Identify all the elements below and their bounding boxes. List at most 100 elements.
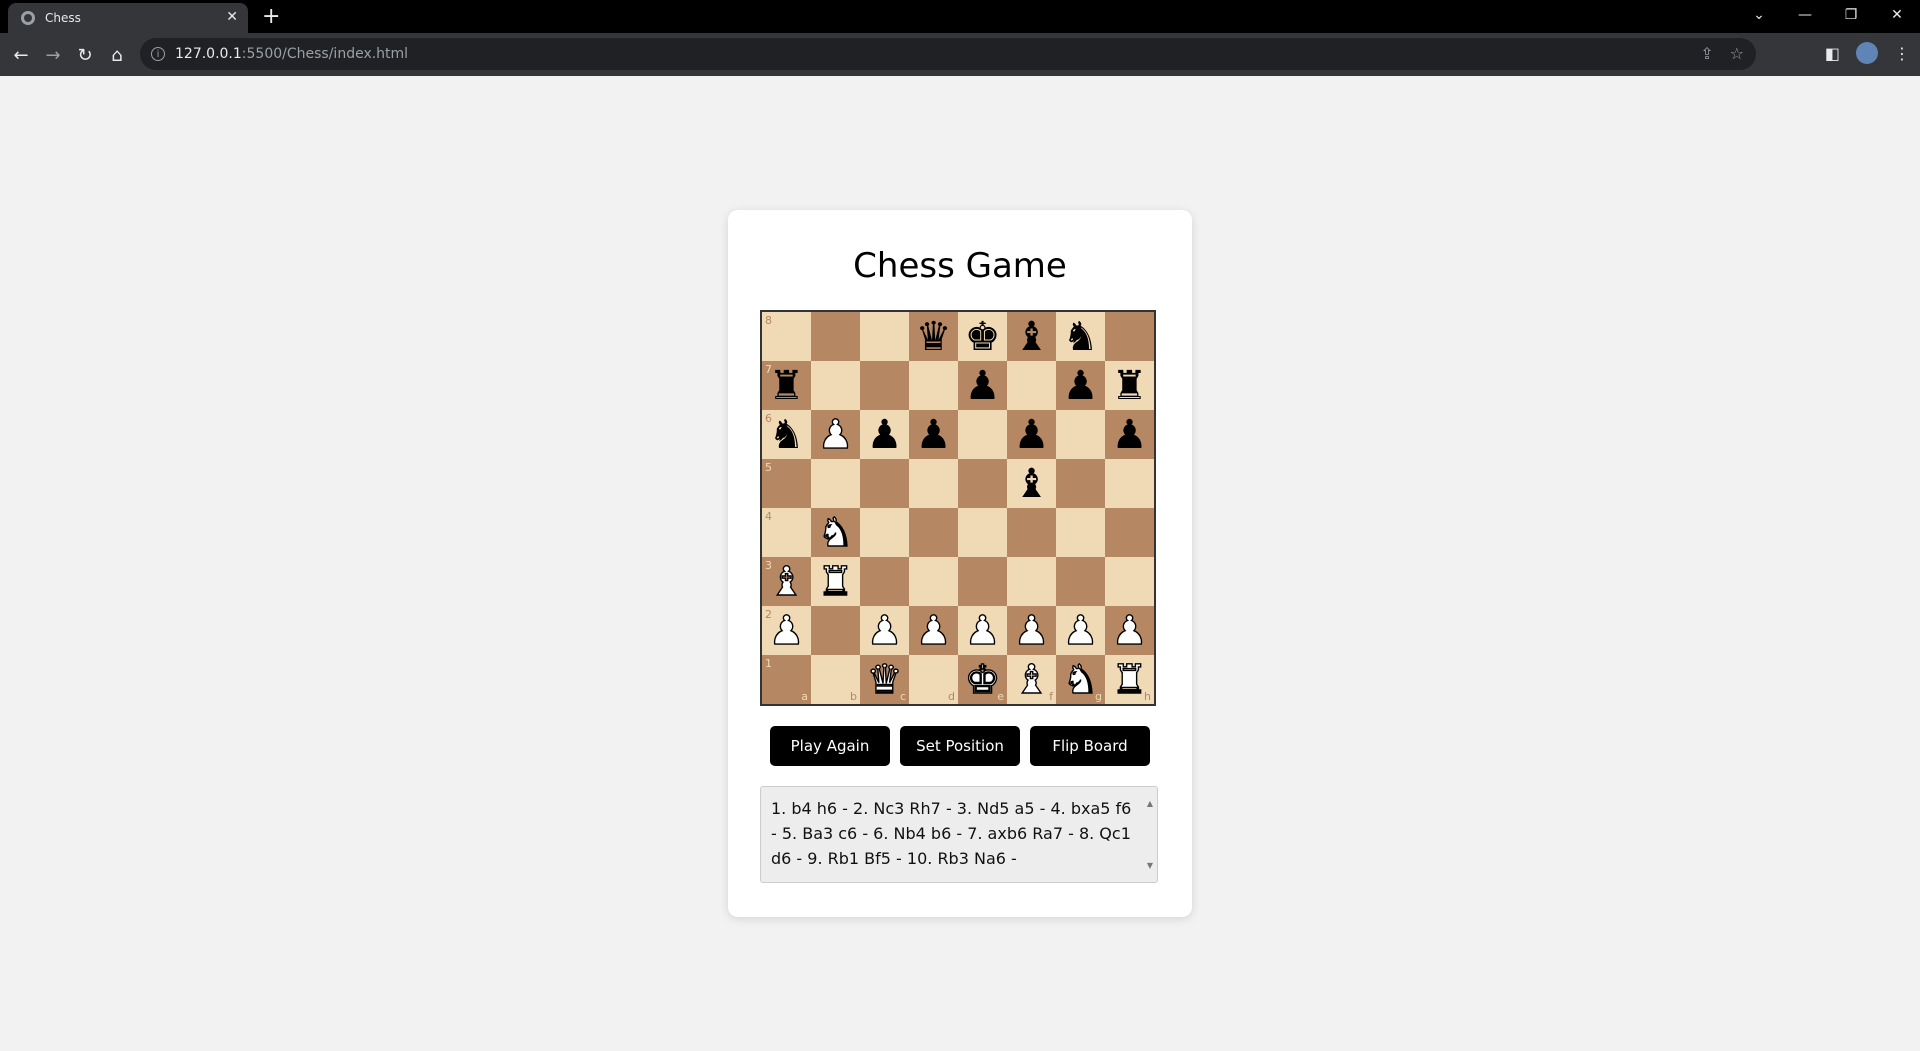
white-pawn-piece[interactable]: ♟ <box>866 610 903 651</box>
square-e6[interactable] <box>958 410 1007 459</box>
square-d8[interactable]: ♛ <box>909 312 958 361</box>
square-a3[interactable]: 3 ♝ <box>762 557 811 606</box>
square-g8[interactable]: ♞ <box>1056 312 1105 361</box>
black-pawn-piece[interactable]: ♟ <box>1014 415 1050 455</box>
square-f3[interactable] <box>1007 557 1056 606</box>
white-knight-piece[interactable]: ♞ <box>817 512 854 553</box>
black-rook-piece[interactable]: ♜ <box>769 366 805 406</box>
square-h1[interactable]: h ♜ <box>1105 655 1154 704</box>
new-tab-button[interactable]: + <box>262 4 280 29</box>
square-g3[interactable] <box>1056 557 1105 606</box>
scroll-up-icon[interactable]: ▲ <box>1147 791 1153 816</box>
square-b2[interactable] <box>811 606 860 655</box>
square-e5[interactable] <box>958 459 1007 508</box>
square-b4[interactable]: ♞ <box>811 508 860 557</box>
white-pawn-piece[interactable]: ♟ <box>817 414 854 455</box>
square-h7[interactable]: ♜ <box>1105 361 1154 410</box>
square-c3[interactable] <box>860 557 909 606</box>
black-bishop-piece[interactable]: ♝ <box>1014 464 1050 504</box>
square-d4[interactable] <box>909 508 958 557</box>
white-bishop-piece[interactable]: ♝ <box>768 561 805 602</box>
square-f8[interactable]: ♝ <box>1007 312 1056 361</box>
black-queen-piece[interactable]: ♛ <box>916 317 952 357</box>
square-b6[interactable]: ♟ <box>811 410 860 459</box>
square-c8[interactable] <box>860 312 909 361</box>
black-pawn-piece[interactable]: ♟ <box>867 415 903 455</box>
square-b8[interactable] <box>811 312 860 361</box>
square-g1[interactable]: g ♞ <box>1056 655 1105 704</box>
white-pawn-piece[interactable]: ♟ <box>964 610 1001 651</box>
home-icon[interactable]: ⌂ <box>104 42 130 68</box>
reload-icon[interactable]: ↻ <box>72 42 98 68</box>
square-e3[interactable] <box>958 557 1007 606</box>
square-b1[interactable]: b <box>811 655 860 704</box>
black-knight-piece[interactable]: ♞ <box>1063 317 1099 357</box>
white-pawn-piece[interactable]: ♟ <box>1062 610 1099 651</box>
square-h3[interactable] <box>1105 557 1154 606</box>
square-e2[interactable]: ♟ <box>958 606 1007 655</box>
square-h4[interactable] <box>1105 508 1154 557</box>
square-d3[interactable] <box>909 557 958 606</box>
square-a7[interactable]: 7 ♜ <box>762 361 811 410</box>
square-c2[interactable]: ♟ <box>860 606 909 655</box>
square-b3[interactable]: ♜ <box>811 557 860 606</box>
forward-icon[interactable]: → <box>40 42 66 68</box>
back-icon[interactable]: ← <box>8 42 34 68</box>
white-rook-piece[interactable]: ♜ <box>1111 659 1148 700</box>
square-a8[interactable]: 8 <box>762 312 811 361</box>
square-g2[interactable]: ♟ <box>1056 606 1105 655</box>
square-e8[interactable]: ♚ <box>958 312 1007 361</box>
square-a6[interactable]: 6 ♞ <box>762 410 811 459</box>
square-c4[interactable] <box>860 508 909 557</box>
square-c7[interactable] <box>860 361 909 410</box>
square-g7[interactable]: ♟ <box>1056 361 1105 410</box>
white-bishop-piece[interactable]: ♝ <box>1013 659 1050 700</box>
black-pawn-piece[interactable]: ♟ <box>1063 366 1099 406</box>
profile-avatar[interactable] <box>1856 42 1878 64</box>
square-a5[interactable]: 5 <box>762 459 811 508</box>
square-a4[interactable]: 4 <box>762 508 811 557</box>
white-rook-piece[interactable]: ♜ <box>817 561 854 602</box>
square-e1[interactable]: e ♚ <box>958 655 1007 704</box>
square-c5[interactable] <box>860 459 909 508</box>
black-rook-piece[interactable]: ♜ <box>1112 366 1148 406</box>
white-king-piece[interactable]: ♚ <box>964 659 1001 700</box>
square-d2[interactable]: ♟ <box>909 606 958 655</box>
browser-tab[interactable]: Chess ✕ <box>8 3 248 33</box>
chess-board[interactable]: 8 ♛ ♚ ♝ ♞ 7 ♜ ♟ ♟ ♜ 6 ♞ ♟ ♟ ♟ ♟ ♟ 5 ♝ 4 ♞ 3 ♝ ♜ 2 ♟ ♟ ♟ ♟ ♟ ♟ ♟ 1 a b c ♛ d e ♚… <box>760 310 1156 706</box>
white-queen-piece[interactable]: ♛ <box>866 659 903 700</box>
square-c6[interactable]: ♟ <box>860 410 909 459</box>
black-pawn-piece[interactable]: ♟ <box>916 415 952 455</box>
flip-board-button[interactable]: Flip Board <box>1030 726 1150 766</box>
black-pawn-piece[interactable]: ♟ <box>1112 415 1148 455</box>
square-f4[interactable] <box>1007 508 1056 557</box>
square-f7[interactable] <box>1007 361 1056 410</box>
play-again-button[interactable]: Play Again <box>770 726 890 766</box>
square-g6[interactable] <box>1056 410 1105 459</box>
move-history-textarea[interactable]: 1. b4 h6 - 2. Nc3 Rh7 - 3. Nd5 a5 - 4. b… <box>760 786 1158 883</box>
square-f5[interactable]: ♝ <box>1007 459 1056 508</box>
square-d6[interactable]: ♟ <box>909 410 958 459</box>
square-h6[interactable]: ♟ <box>1105 410 1154 459</box>
white-pawn-piece[interactable]: ♟ <box>768 610 805 651</box>
close-tab-icon[interactable]: ✕ <box>226 9 238 25</box>
site-info-icon[interactable]: i <box>151 47 165 61</box>
square-e4[interactable] <box>958 508 1007 557</box>
square-f1[interactable]: f ♝ <box>1007 655 1056 704</box>
bookmark-star-icon[interactable]: ☆ <box>1730 44 1744 63</box>
square-f6[interactable]: ♟ <box>1007 410 1056 459</box>
address-bar[interactable]: i 127.0.0.1 :5500/Chess/index.html ⇪ ☆ <box>140 38 1756 70</box>
square-h2[interactable]: ♟ <box>1105 606 1154 655</box>
square-h8[interactable] <box>1105 312 1154 361</box>
white-pawn-piece[interactable]: ♟ <box>1111 610 1148 651</box>
close-window-icon[interactable]: ✕ <box>1874 0 1920 30</box>
square-d1[interactable]: d <box>909 655 958 704</box>
square-f2[interactable]: ♟ <box>1007 606 1056 655</box>
square-b5[interactable] <box>811 459 860 508</box>
square-a1[interactable]: 1a <box>762 655 811 704</box>
square-e7[interactable]: ♟ <box>958 361 1007 410</box>
tab-search-icon[interactable]: ⌄ <box>1736 0 1782 30</box>
square-d7[interactable] <box>909 361 958 410</box>
square-g5[interactable] <box>1056 459 1105 508</box>
square-h5[interactable] <box>1105 459 1154 508</box>
